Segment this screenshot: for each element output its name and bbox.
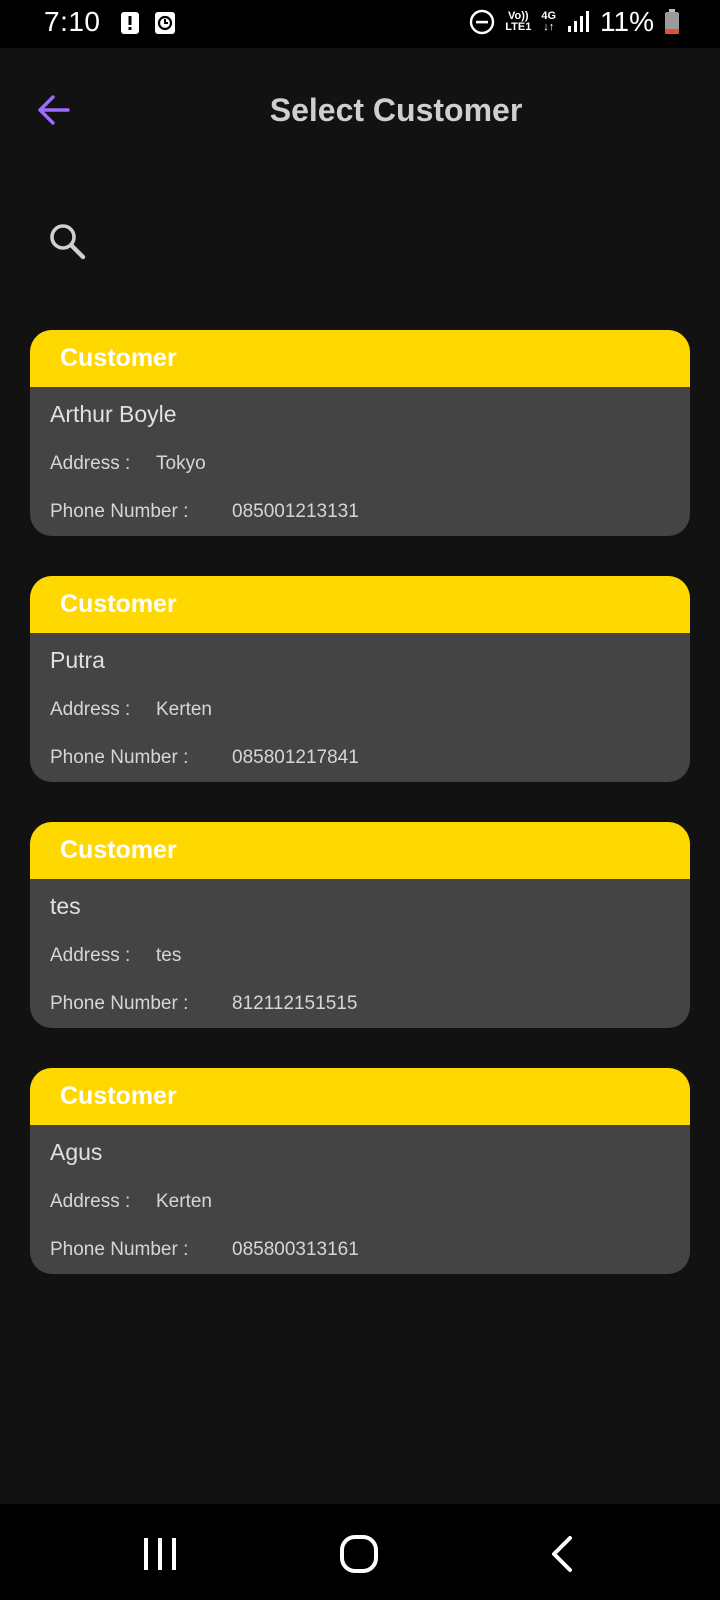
phone-label: Phone Number :	[50, 747, 189, 768]
customer-name: tes	[50, 893, 81, 919]
address-value: Kerten	[156, 1191, 212, 1212]
phone-value: 085801217841	[232, 747, 359, 768]
status-time: 7:10	[44, 6, 101, 37]
phone-row: Phone Number : 812112151515	[50, 993, 357, 1015]
address-value: Kerten	[156, 699, 212, 720]
address-row: Address : Kerten	[50, 699, 212, 721]
phone-row: Phone Number : 085001213131	[50, 501, 359, 523]
phone-row: Phone Number : 085800313161	[50, 1239, 359, 1261]
address-label: Address :	[50, 945, 131, 966]
customer-card[interactable]: Customer Arthur Boyle Address : Tokyo Pho…	[30, 330, 690, 536]
address-value: Tokyo	[156, 453, 206, 474]
phone-value: 812112151515	[232, 993, 358, 1014]
battery-percent: 11%	[600, 6, 654, 37]
phone-label: Phone Number :	[50, 501, 189, 522]
navigation-bar	[0, 1504, 720, 1600]
address-value: tes	[156, 945, 182, 966]
card-header: Customer	[30, 576, 690, 633]
phone-label: Phone Number :	[50, 993, 189, 1014]
signal-icon	[568, 11, 590, 32]
card-header: Customer	[30, 822, 690, 879]
address-label: Address :	[50, 699, 131, 720]
recent-apps-icon	[144, 1538, 176, 1570]
customer-card[interactable]: Customer tes Address : tes Phone Number :…	[30, 822, 690, 1028]
phone-label: Phone Number :	[50, 1239, 189, 1260]
card-body: tes Address : tes Phone Number : 812112151…	[30, 879, 690, 1028]
customer-list: Customer Arthur Boyle Address : Tokyo Pho…	[30, 330, 690, 1314]
recent-apps-button[interactable]	[138, 1532, 182, 1576]
card-body: Arthur Boyle Address : Tokyo Phone Number…	[30, 387, 690, 536]
home-button[interactable]	[338, 1532, 382, 1576]
phone-value: 085001213131	[232, 501, 359, 522]
address-row: Address : tes	[50, 945, 181, 967]
card-header: Customer	[30, 330, 690, 387]
nav-back-button[interactable]	[540, 1532, 584, 1576]
status-left-icons	[120, 11, 176, 35]
status-right: Vo)) LTE1 4G ↓↑ 11%	[469, 6, 680, 38]
clock-icon	[155, 12, 175, 34]
phone-row: Phone Number : 085801217841	[50, 747, 359, 769]
volte-indicator: Vo)) LTE1	[505, 11, 531, 33]
data-arrows-icon: ↓↑	[543, 21, 555, 33]
volte-label-bottom: LTE1	[505, 21, 532, 33]
customer-name: Agus	[50, 1139, 103, 1165]
screen: 7:10 Vo)) LTE1 4G ↓↑ 11% Select Customer…	[0, 0, 720, 1600]
do-not-disturb-icon	[470, 9, 495, 35]
address-row: Address : Kerten	[50, 1191, 212, 1213]
page-title: Select Customer	[269, 92, 523, 128]
address-label: Address :	[50, 1191, 131, 1212]
phone-value: 085800313161	[232, 1239, 359, 1260]
battery-icon	[665, 9, 679, 34]
search-icon	[50, 224, 86, 260]
card-body: Putra Address : Kerten Phone Number : 0858…	[30, 633, 690, 782]
home-icon	[340, 1535, 378, 1573]
search-button[interactable]	[46, 220, 90, 264]
address-row: Address : Tokyo	[50, 453, 206, 475]
status-bar: 7:10 Vo)) LTE1 4G ↓↑ 11%	[0, 0, 720, 48]
card-body: Agus Address : Kerten Phone Number : 08580…	[30, 1125, 690, 1274]
address-label: Address :	[50, 453, 131, 474]
customer-name: Arthur Boyle	[50, 401, 177, 427]
back-icon	[552, 1536, 572, 1572]
customer-card[interactable]: Customer Putra Address : Kerten Phone Num…	[30, 576, 690, 782]
network-indicator: 4G ↓↑	[541, 11, 556, 33]
app-bar: Select Customer	[0, 48, 720, 176]
alert-icon	[121, 12, 139, 34]
customer-name: Putra	[50, 647, 105, 673]
card-header: Customer	[30, 1068, 690, 1125]
customer-card[interactable]: Customer Agus Address : Kerten Phone Numb…	[30, 1068, 690, 1274]
